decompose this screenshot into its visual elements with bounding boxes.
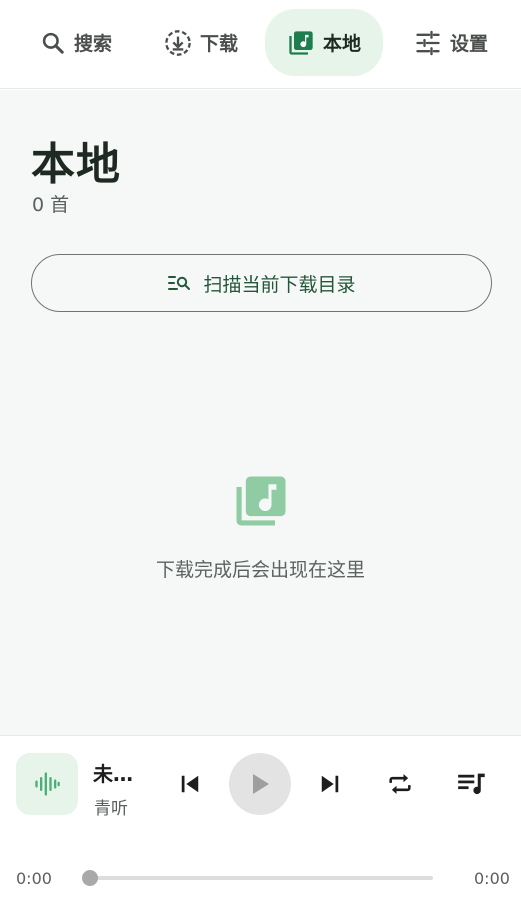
repeat-button[interactable] [380,764,420,804]
time-elapsed: 0:00 [16,869,52,888]
tab-local-label: 本地 [322,33,361,55]
scan-download-dir-button[interactable]: 扫描当前下载目录 [31,254,492,312]
empty-state-icon [233,473,289,533]
tab-local[interactable]: 本地 [265,9,383,76]
tab-search[interactable]: 搜索 [20,9,132,76]
queue-music-icon [458,773,485,795]
next-button[interactable] [310,764,350,804]
tab-settings[interactable]: 设置 [398,9,504,76]
track-title[interactable]: 未… [93,758,143,787]
local-library-page: 本地 0 首 扫描当前下载目录 下载完成后会出现在这里 [0,90,521,735]
album-cover[interactable] [16,753,78,815]
waveform-icon [35,772,60,796]
mini-player: 未… 青听 0:00 0:00 [0,735,521,904]
tab-search-label: 搜索 [73,33,112,55]
empty-state-text: 下载完成后会出现在这里 [155,559,365,581]
track-artist: 青听 [94,799,128,819]
library-music-icon [289,30,313,55]
sliders-icon [416,30,440,55]
queue-button[interactable] [452,764,492,804]
search-icon [42,32,64,54]
next-icon [321,775,339,793]
progress-thumb[interactable] [82,870,98,886]
page-title: 本地 [31,139,121,190]
play-button[interactable] [229,753,291,815]
tab-settings-label: 设置 [449,33,488,55]
previous-button[interactable] [170,764,210,804]
time-total: 0:00 [474,869,510,888]
library-music-icon [236,476,286,526]
tab-download-label: 下载 [199,33,238,55]
tab-download[interactable]: 下载 [148,9,254,76]
song-count: 0 首 [32,194,70,216]
progress-slider[interactable] [90,876,433,880]
repeat-icon [389,774,411,794]
list-search-icon [168,276,191,290]
previous-icon [181,775,199,793]
play-icon [253,774,269,794]
top-nav: 搜索 下载 本地 设置 [0,0,521,89]
scan-button-label: 扫描当前下载目录 [203,274,356,296]
download-icon [165,29,191,56]
